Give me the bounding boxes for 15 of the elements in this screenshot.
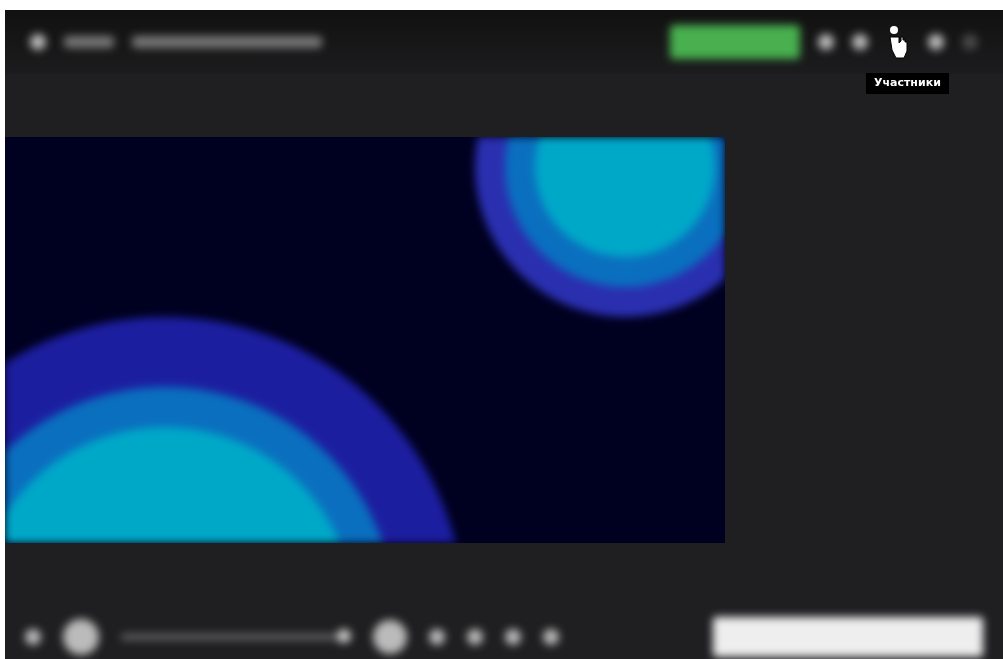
blurred-icon[interactable] xyxy=(25,628,41,645)
blurred-icon[interactable] xyxy=(467,628,483,645)
tooltip: Участники xyxy=(866,73,949,94)
blurred-icon[interactable] xyxy=(429,628,445,645)
blurred-button[interactable] xyxy=(373,619,407,654)
blurred-icon[interactable] xyxy=(818,34,834,50)
participants-icon[interactable] xyxy=(886,25,910,59)
blurred-input-field[interactable] xyxy=(713,616,983,657)
blurred-icon[interactable] xyxy=(543,628,559,645)
blurred-icon[interactable] xyxy=(505,628,521,645)
blurred-icon[interactable] xyxy=(852,34,868,50)
blurred-button[interactable] xyxy=(63,618,99,655)
blurred-text xyxy=(64,36,114,48)
blurred-icon xyxy=(30,34,46,50)
blurred-icon[interactable] xyxy=(928,34,944,50)
